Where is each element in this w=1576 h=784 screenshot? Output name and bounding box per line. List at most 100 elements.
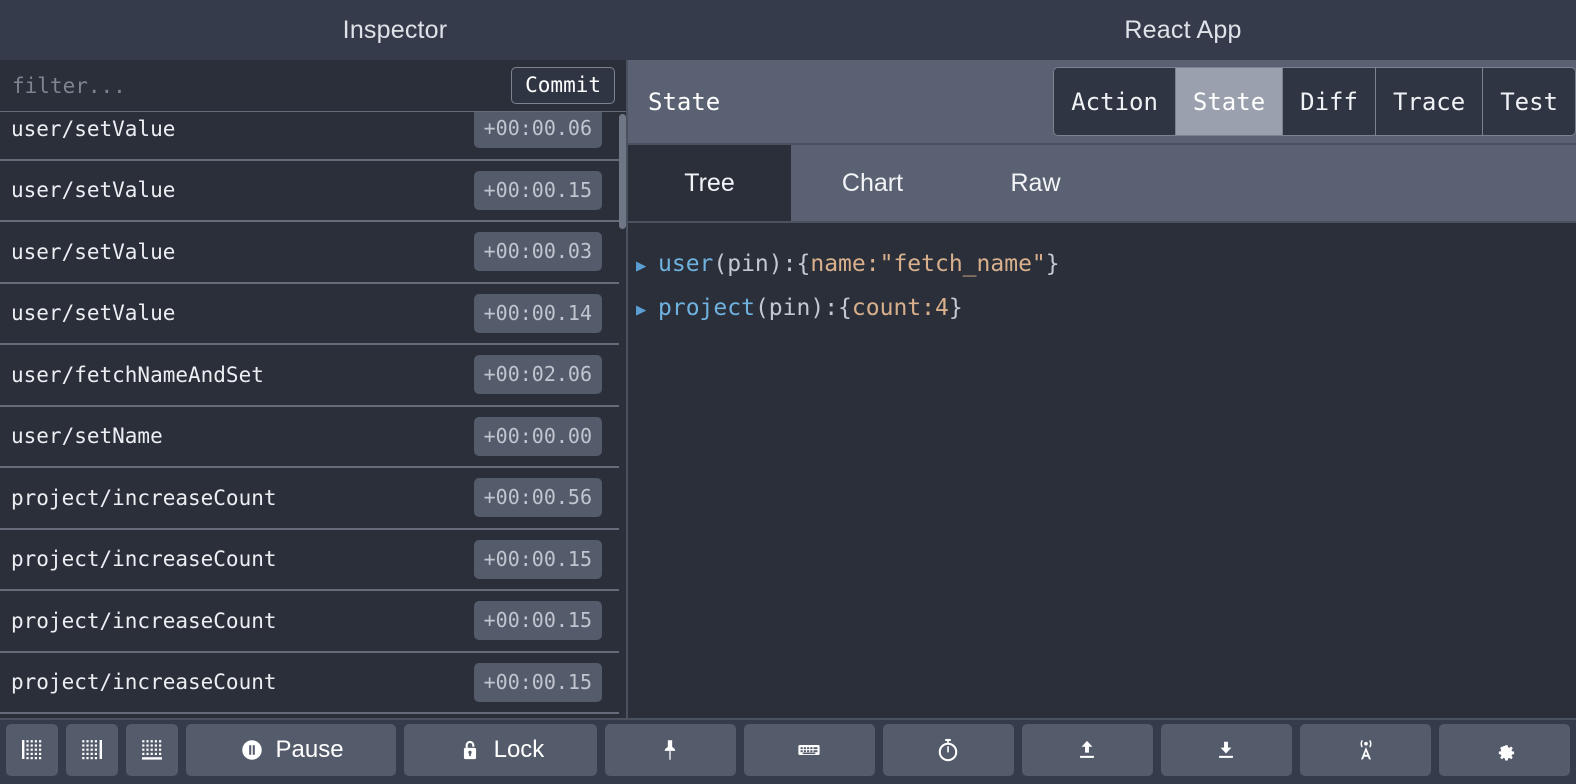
action-type-label: project/increaseCount [11, 670, 277, 694]
tab-action[interactable]: Action [1053, 67, 1175, 136]
action-timestamp-badge: +00:00.15 [474, 663, 602, 702]
lock-icon [457, 737, 483, 763]
keyboard-icon [796, 737, 822, 763]
download-icon [1213, 737, 1239, 763]
pause-button[interactable]: Pause [186, 724, 396, 776]
state-tree: ▶user (pin): { name: "fetch_name" }▶proj… [628, 223, 1576, 718]
search-input[interactable] [12, 74, 511, 98]
filter-bar: Commit [0, 60, 626, 112]
inspector-title-pane: Inspector [0, 0, 790, 60]
action-row[interactable]: user/setValue +00:00.15 [0, 161, 626, 223]
pause-circle-icon [239, 737, 265, 763]
action-type-label: project/increaseCount [11, 609, 277, 633]
state-node-key: project [658, 287, 755, 329]
stopwatch-icon [935, 737, 961, 763]
action-row[interactable]: user/fetchNameAndSet +00:02.06 [0, 345, 626, 407]
state-node-pin: (pin) [755, 287, 824, 329]
dock-bottom-icon [140, 737, 164, 763]
action-type-label: user/setValue [11, 240, 175, 264]
triangle-right-icon[interactable]: ▶ [636, 245, 658, 287]
pin-icon [657, 737, 683, 763]
inspector-panel: State ActionStateDiffTraceTest TreeChart… [628, 60, 1576, 718]
action-row[interactable]: project/increaseCount +00:00.15 [0, 530, 626, 592]
upload-icon [1074, 737, 1100, 763]
title-bar: Inspector React App [0, 0, 1576, 60]
keyboard-button[interactable] [744, 724, 875, 776]
scrollbar-thumb[interactable] [619, 114, 626, 229]
action-timestamp-badge: +00:00.15 [474, 601, 602, 640]
action-timestamp-badge: +00:00.14 [474, 294, 602, 333]
app-title: React App [1124, 16, 1241, 45]
action-list-panel: Commit user/setValue+00:00.06user/setVal… [0, 60, 628, 718]
action-type-label: project/increaseCount [11, 486, 277, 510]
action-list-scrollbar[interactable] [619, 112, 626, 718]
state-node-colon: : [783, 243, 797, 285]
action-row[interactable]: project/increaseCount +00:00.56 [0, 468, 626, 530]
dock-bottom-button[interactable] [126, 724, 178, 776]
tab-diff[interactable]: Diff [1282, 67, 1375, 136]
state-node-prop: name: [810, 243, 879, 285]
state-tree-node[interactable]: ▶user (pin): { name: "fetch_name" } [636, 243, 1576, 287]
action-timestamp-badge: +00:00.56 [474, 478, 602, 517]
inspector-mode-label: State [648, 88, 720, 116]
action-row[interactable]: project/increaseCount +00:00.15 [0, 591, 626, 653]
state-node-open: { [797, 243, 811, 285]
inspector-mode-tabs: ActionStateDiffTraceTest [1053, 60, 1576, 143]
broadcast-icon [1353, 737, 1379, 763]
state-node-value: 4 [935, 287, 949, 329]
main-body: Commit user/setValue+00:00.06user/setVal… [0, 60, 1576, 718]
action-type-label: user/fetchNameAndSet [11, 363, 264, 387]
action-list[interactable]: user/setValue +00:00.06 user/setValue +00:0… [0, 112, 626, 718]
lock-button[interactable]: Lock [404, 724, 597, 776]
import-button[interactable] [1022, 724, 1153, 776]
action-row[interactable]: user/setValue +00:00.06 [0, 112, 626, 161]
tab-state[interactable]: State [1175, 67, 1282, 136]
action-type-label: user/setValue [11, 301, 175, 325]
dock-left-icon [20, 737, 44, 763]
action-row[interactable]: project/increaseCount +00:00.15 [0, 653, 626, 715]
state-node-prop: count: [852, 287, 935, 329]
state-node-close: } [949, 287, 963, 329]
action-row[interactable]: user/setValue +00:00.14 [0, 284, 626, 346]
action-timestamp-badge: +00:00.06 [474, 112, 602, 148]
subtab-tree[interactable]: Tree [628, 145, 791, 221]
triangle-right-icon[interactable]: ▶ [636, 289, 658, 331]
action-row[interactable]: user/setName +00:00.00 [0, 407, 626, 469]
action-type-label: user/setName [11, 424, 163, 448]
action-type-label: user/setValue [11, 178, 175, 202]
bottom-toolbar: Pause Lock [0, 718, 1576, 784]
action-timestamp-badge: +00:00.00 [474, 417, 602, 456]
tab-trace[interactable]: Trace [1375, 67, 1482, 136]
devtools-window: Inspector React App Commit user/setValue… [0, 0, 1576, 784]
settings-button[interactable] [1439, 724, 1570, 776]
action-timestamp-badge: +00:00.15 [474, 540, 602, 579]
remote-button[interactable] [1300, 724, 1431, 776]
action-timestamp-badge: +00:00.03 [474, 232, 602, 271]
state-node-open: { [838, 287, 852, 329]
dock-right-icon [80, 737, 104, 763]
dock-right-button[interactable] [66, 724, 118, 776]
lock-button-label: Lock [494, 736, 545, 764]
state-tree-node[interactable]: ▶project (pin): { count: 4 } [636, 287, 1576, 331]
state-node-close: } [1046, 243, 1060, 285]
action-type-label: user/setValue [11, 117, 175, 141]
pause-button-label: Pause [276, 736, 344, 764]
app-title-pane: React App [790, 0, 1576, 60]
action-row[interactable]: user/setValue +00:00.03 [0, 222, 626, 284]
pin-button[interactable] [605, 724, 736, 776]
action-type-label: project/increaseCount [11, 547, 277, 571]
state-node-value: "fetch_name" [880, 243, 1046, 285]
subtab-chart[interactable]: Chart [791, 145, 954, 221]
inspector-title: Inspector [343, 16, 448, 45]
export-button[interactable] [1161, 724, 1292, 776]
state-node-pin: (pin) [713, 243, 782, 285]
gear-icon [1492, 737, 1518, 763]
action-timestamp-badge: +00:00.15 [474, 171, 602, 210]
subtab-raw[interactable]: Raw [954, 145, 1117, 221]
dock-left-button[interactable] [6, 724, 58, 776]
tab-test[interactable]: Test [1482, 67, 1576, 136]
action-timestamp-badge: +00:02.06 [474, 355, 602, 394]
commit-button[interactable]: Commit [511, 67, 615, 104]
state-node-colon: : [824, 287, 838, 329]
timer-button[interactable] [883, 724, 1014, 776]
